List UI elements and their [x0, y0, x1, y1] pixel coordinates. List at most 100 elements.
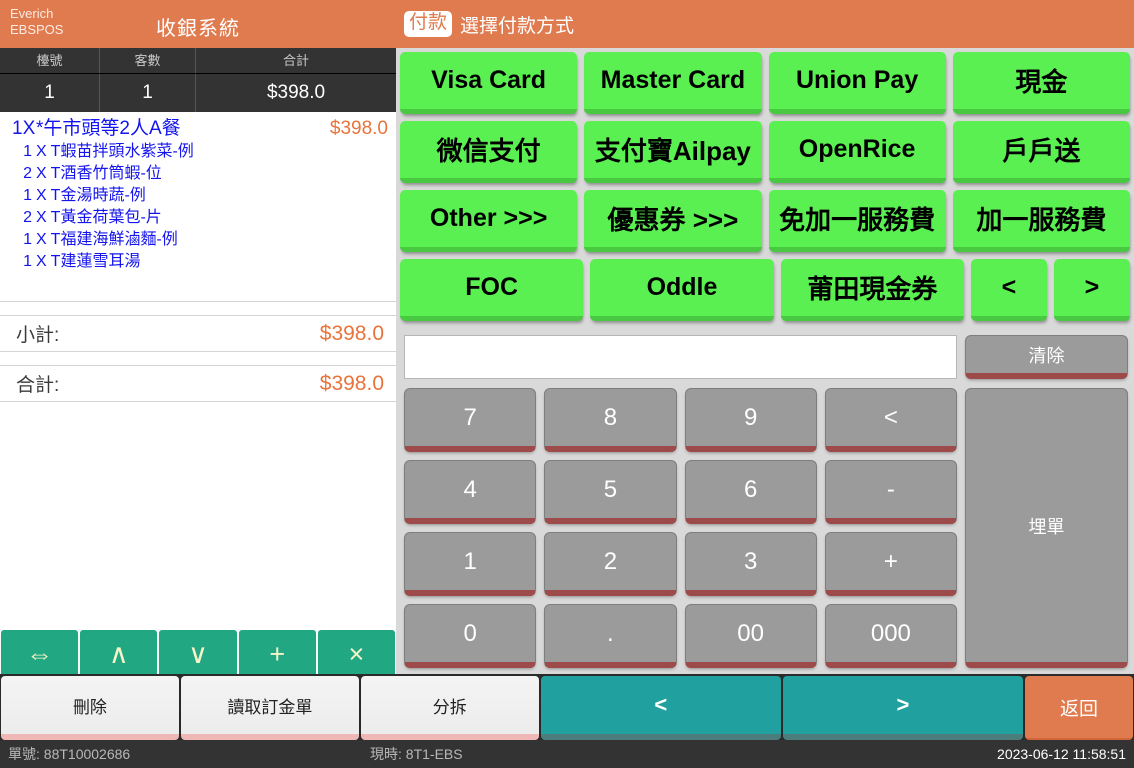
total-row: 合計: $398.0 [0, 366, 396, 402]
value-total: $398.0 [266, 82, 326, 103]
increase-qty-icon: + [269, 638, 286, 669]
keypad-key[interactable]: 6 [684, 460, 817, 524]
status-bar: 單號: 88T10002686 現時: 8T1-EBS 2023-06-12 1… [0, 740, 1134, 768]
payment-method-button[interactable]: Master Card [584, 52, 762, 114]
subtotal-value: $398.0 [319, 321, 384, 345]
order-items-list[interactable]: 1X *午市頭等2人A餐 $398.0 1 X T蝦苗拌頭水紫菜-例 2 X T酒香竹筒蝦-位 1… [0, 112, 396, 302]
total-label: 合計: [16, 375, 60, 396]
order-item-row[interactable]: 1X *午市頭等2人A餐 $398.0 [0, 116, 396, 141]
keypad-top-row: 清除 [404, 335, 1128, 379]
subtotal-row: 小計: $398.0 [0, 316, 396, 352]
bottom-toolbar: 刪除 讀取訂金單 分拆 < > 返回 [0, 674, 1134, 740]
order-item-qty: 1 [23, 253, 32, 270]
order-item-row[interactable]: 1 X T蝦苗拌頭水紫菜-例 [0, 141, 396, 163]
payment-method-button[interactable]: 微信支付 [400, 121, 578, 183]
move-down-icon: ∨ [188, 638, 208, 669]
order-item-name: T酒香竹筒蝦-位 [50, 165, 162, 182]
keypad-key[interactable]: 1 [404, 532, 537, 596]
move-up-icon: ∧ [108, 638, 129, 669]
next-page-button[interactable]: > [782, 676, 1023, 740]
order-panel: Everich EBSPOS 收銀系統 檯號 客數 合計 1 1 $398.0 … [0, 0, 396, 768]
order-item-name: T蝦苗拌頭水紫菜-例 [50, 143, 194, 160]
payment-method-button[interactable]: 優惠券 >>> [584, 190, 762, 252]
keypad-key[interactable]: 4 [404, 460, 537, 524]
keypad-key[interactable]: 5 [544, 460, 677, 524]
payment-header: 付款 選擇付款方式 [396, 0, 1134, 48]
order-item-name: T黃金荷葉包-片 [50, 209, 162, 226]
amount-input[interactable] [404, 335, 957, 379]
payment-method-grid: Visa Card Master Card Union Pay 現金微信支付 支付寶Ai… [396, 48, 1134, 321]
order-item-name: *午市頭等2人A餐 [36, 118, 181, 139]
payment-header-title: 選擇付款方式 [460, 15, 575, 37]
payment-method-button[interactable]: 戶戶送 [952, 121, 1130, 183]
payment-method-button[interactable]: > [1053, 259, 1130, 321]
keypad-key[interactable]: 0 [404, 604, 537, 668]
read-deposit-order-button[interactable]: 讀取訂金單 [180, 676, 359, 740]
col-header-total: 合計 [282, 53, 309, 68]
keypad-key[interactable]: 2 [544, 532, 677, 596]
order-item-qty: 1X [12, 118, 36, 139]
keypad-key[interactable]: 8 [544, 388, 677, 452]
payment-method-button[interactable]: Union Pay [768, 52, 946, 114]
payment-panel: 付款 選擇付款方式 Visa Card Master Card Union Pay 現… [396, 0, 1134, 674]
order-item-name: T福建海鮮滷麵-例 [50, 231, 178, 248]
digit-grid: 7 8 9 <4 5 6-1 2 3 +0. 00 000 [404, 388, 957, 668]
order-item-multiplier: X [36, 143, 47, 160]
payment-method-button[interactable]: Visa Card [400, 52, 578, 114]
subtotal-label: 小計: [16, 325, 60, 346]
payment-row: 微信支付 支付寶Ailpay OpenRice 戶戶送 [400, 121, 1130, 183]
prev-page-button[interactable]: < [540, 676, 781, 740]
payment-method-button[interactable]: 支付寶Ailpay [584, 121, 762, 183]
settle-button[interactable]: 埋單 [965, 388, 1128, 668]
order-item-multiplier: X [36, 253, 47, 270]
order-item-price: $398.0 [329, 118, 388, 139]
app-header: Everich EBSPOS 收銀系統 [0, 0, 396, 48]
delete-button[interactable]: 刪除 [1, 676, 179, 740]
payment-method-button[interactable]: 莆田現金券 [780, 259, 964, 321]
order-item-name: T金湯時蔬-例 [50, 187, 146, 204]
numeric-keypad-area: 清除 7 8 9 <4 5 6-1 2 3 +0. 00 000 埋單 [396, 330, 1134, 674]
payment-method-button[interactable]: 免加一服務費 [768, 190, 946, 252]
keypad-key[interactable]: 3 [684, 532, 817, 596]
status-terminal: 現時: 8T1-EBS [370, 746, 463, 762]
status-order-number: 單號: 88T10002686 [8, 746, 131, 762]
keypad-key[interactable]: 000 [824, 604, 957, 668]
order-item-row[interactable]: 1 X T福建海鮮滷麵-例 [0, 229, 396, 251]
remove-item-icon: × [348, 638, 365, 669]
total-value: $398.0 [319, 371, 384, 395]
page-title: 收銀系統 [156, 18, 240, 40]
payment-method-button[interactable]: FOC [400, 259, 584, 321]
order-summary-values: 1 1 $398.0 [0, 74, 396, 112]
payment-method-button[interactable]: 加一服務費 [952, 190, 1130, 252]
keypad-key[interactable]: 7 [404, 388, 537, 452]
order-item-qty: 1 [23, 143, 32, 160]
split-bill-button[interactable]: 分拆 [360, 676, 539, 740]
order-summary-header: 檯號 客數 合計 [0, 48, 396, 74]
payment-method-button[interactable]: OpenRice [768, 121, 946, 183]
clear-button[interactable]: 清除 [965, 335, 1128, 379]
payment-row: Other >>> 優惠券 >>> 免加一服務費 加一服務費 [400, 190, 1130, 252]
keypad-key[interactable]: . [544, 604, 677, 668]
keypad-key[interactable]: 00 [684, 604, 817, 668]
order-item-row[interactable]: 2 X T黃金荷葉包-片 [0, 207, 396, 229]
order-item-row[interactable]: 1 X T建蓮雪耳湯 [0, 251, 396, 273]
keypad-key[interactable]: - [824, 460, 957, 524]
back-button[interactable]: 返回 [1024, 676, 1133, 740]
payment-method-button[interactable]: 現金 [952, 52, 1130, 114]
keypad-key[interactable]: + [824, 532, 957, 596]
order-item-qty: 1 [23, 231, 32, 248]
col-header-guests: 客數 [100, 48, 196, 73]
col-header-table-no: 檯號 [0, 48, 100, 73]
payment-method-button[interactable]: Oddle [590, 259, 774, 321]
totals-spacer-bottom [0, 402, 396, 416]
keypad-key[interactable]: < [824, 388, 957, 452]
order-item-name: T建蓮雪耳湯 [50, 253, 141, 270]
order-item-qty: 1 [23, 187, 32, 204]
payment-method-button[interactable]: Other >>> [400, 190, 578, 252]
pos-screen: Everich EBSPOS 收銀系統 檯號 客數 合計 1 1 $398.0 … [0, 0, 1134, 768]
order-item-row[interactable]: 2 X T酒香竹筒蝦-位 [0, 163, 396, 185]
order-item-row[interactable]: 1 X T金湯時蔬-例 [0, 185, 396, 207]
payment-badge: 付款 [404, 11, 453, 37]
keypad-key[interactable]: 9 [684, 388, 817, 452]
payment-method-button[interactable]: < [970, 259, 1047, 321]
